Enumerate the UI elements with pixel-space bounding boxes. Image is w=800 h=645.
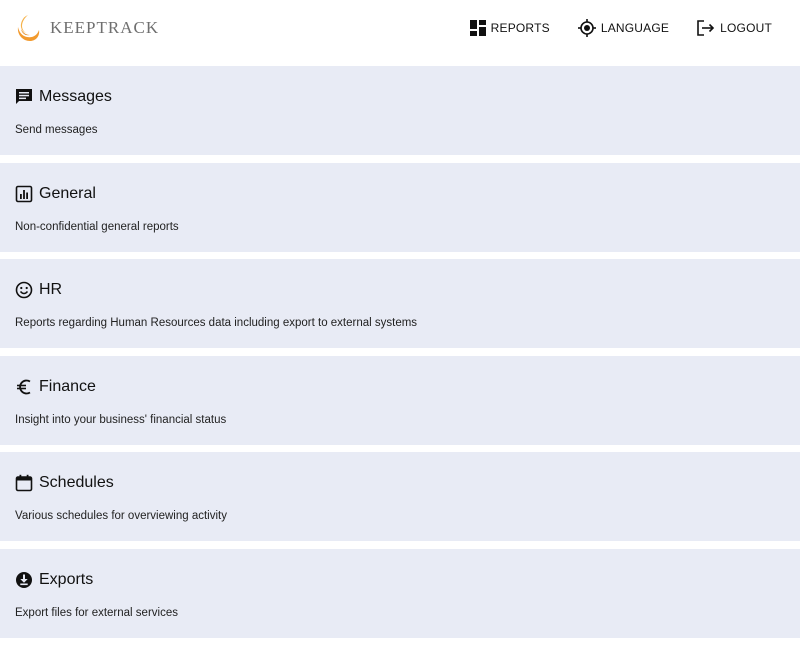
- card-schedules[interactable]: Schedules Various schedules for overview…: [0, 452, 800, 541]
- card-title-row: Finance: [15, 376, 96, 398]
- nav-language-label: LANGUAGE: [600, 21, 670, 35]
- nav-reports-label: REPORTS: [490, 21, 550, 35]
- nav-language[interactable]: LANGUAGE: [577, 19, 670, 37]
- bar-chart-icon: [15, 185, 33, 202]
- nav-reports[interactable]: REPORTS: [469, 20, 550, 36]
- card-title-row: HR: [15, 279, 62, 301]
- message-icon: [16, 89, 32, 104]
- reports-icon: [469, 20, 486, 36]
- top-nav: REPORTS LANGUAGE LOGOUT: [442, 17, 772, 39]
- card-title: Exports: [39, 570, 94, 588]
- card-description: Insight into your business' financial st…: [15, 413, 227, 426]
- card-title: Schedules: [39, 474, 114, 491]
- card-title: General: [39, 184, 96, 202]
- card-description: Non-confidential general reports: [15, 220, 179, 233]
- report-category-list: Messages Send messages General Non-confi…: [0, 66, 800, 645]
- keeptrack-logo[interactable]: KEEPTRACK: [15, 13, 159, 43]
- card-title: Messages: [39, 88, 112, 105]
- smiley-icon: [15, 281, 33, 299]
- card-description: Send messages: [15, 124, 98, 136]
- nav-logout-label: LOGOUT: [720, 21, 772, 35]
- card-description: Various schedules for overviewing activi…: [15, 510, 227, 522]
- logout-icon: [697, 20, 715, 36]
- euro-icon: [17, 379, 31, 394]
- app-header: KEEPTRACK REPORTS LANGUAGE LOGOUT: [0, 0, 800, 66]
- card-hr[interactable]: HR Reports regarding Human Resources dat…: [0, 259, 800, 348]
- card-title-row: Messages: [15, 86, 112, 108]
- card-title-row: Schedules: [15, 472, 114, 494]
- language-icon: [577, 19, 596, 37]
- nav-logout[interactable]: LOGOUT: [697, 20, 772, 36]
- card-description: Reports regarding Human Resources data i…: [15, 317, 418, 329]
- card-title: Finance: [39, 377, 96, 395]
- card-messages[interactable]: Messages Send messages: [0, 66, 800, 155]
- card-finance[interactable]: Finance Insight into your business' fina…: [0, 355, 800, 445]
- card-title-row: Exports: [15, 569, 93, 591]
- keeptrack-logo-icon: [17, 15, 40, 41]
- logo-text: KEEPTRACK: [50, 18, 160, 37]
- card-title: HR: [39, 281, 63, 298]
- download-icon: [16, 571, 32, 588]
- card-general[interactable]: General Non-confidential general reports: [0, 162, 800, 252]
- card-description: Export files for external services: [15, 606, 178, 619]
- calendar-icon: [15, 474, 33, 492]
- card-title-row: General: [15, 183, 96, 205]
- card-exports[interactable]: Exports Export files for external servic…: [0, 548, 800, 638]
